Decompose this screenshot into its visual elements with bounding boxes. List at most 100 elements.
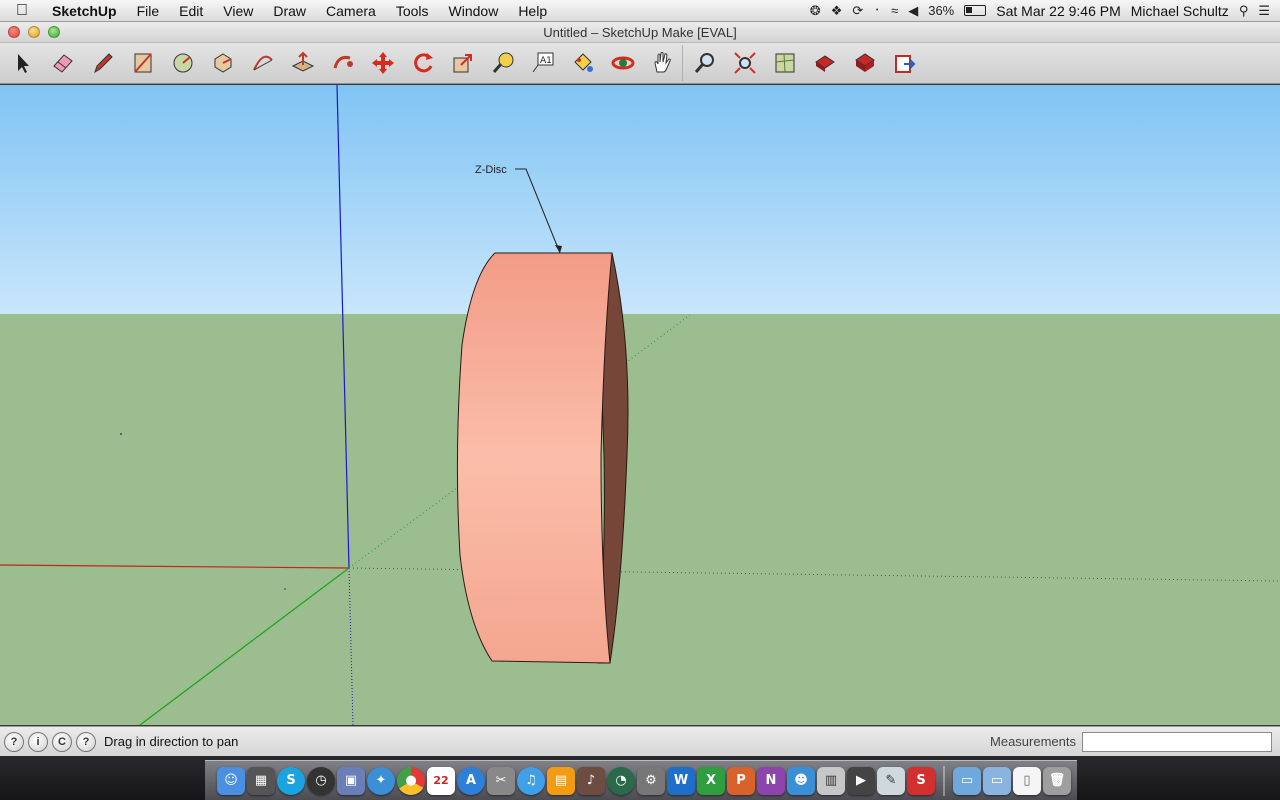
follow-me-tool-button[interactable] [323, 45, 363, 81]
battery-icon[interactable] [964, 5, 987, 16]
window-titlebar: Untitled – SketchUp Make [EVAL] [0, 22, 1280, 43]
share-model-icon [815, 55, 835, 72]
applications-folder-dock-icon[interactable]: ▭ [953, 766, 981, 795]
orbit-tool-button[interactable] [603, 45, 643, 81]
drawing-viewport[interactable]: Z-Disc [0, 85, 1280, 725]
apple-menu-icon[interactable]:  [0, 2, 44, 20]
scale-tool-button[interactable] [443, 45, 483, 81]
clock[interactable]: Sat Mar 22 9:46 PM [996, 3, 1121, 19]
text-label-icon: A1 [532, 52, 554, 73]
downloads-stack-dock-icon[interactable]: ▯ [1013, 766, 1041, 795]
share-component-icon [855, 53, 875, 72]
select-tool-button[interactable] [3, 45, 43, 81]
user-menu[interactable]: Michael Schultz [1131, 3, 1229, 19]
app-store-dock-icon[interactable]: A [457, 766, 485, 795]
calendar-dock-icon[interactable]: 22 [427, 766, 455, 795]
wifi-icon[interactable]: ≈ [891, 3, 898, 18]
arc-tool-button[interactable] [243, 45, 283, 81]
pan-hand-icon [653, 52, 671, 73]
rectangle-tool-button[interactable] [123, 45, 163, 81]
bluetooth-icon[interactable]: ᛫ [873, 3, 881, 18]
arc-icon [253, 55, 273, 71]
numbers-dock-icon[interactable]: ▥ [817, 766, 845, 795]
polygon-tool-button[interactable] [203, 45, 243, 81]
spotlight-icon[interactable]: ⚲ [1239, 3, 1249, 19]
measurements-input[interactable] [1082, 731, 1272, 752]
volume-icon[interactable]: ◀ [908, 3, 918, 19]
preview-dock-icon[interactable]: ▣ [337, 766, 365, 795]
menu-view[interactable]: View [213, 0, 263, 22]
z-disc-label[interactable]: Z-Disc [475, 164, 507, 176]
eraser-tool-button[interactable] [43, 45, 83, 81]
menu-edit[interactable]: Edit [169, 0, 213, 22]
pencil-tool-button[interactable] [83, 45, 123, 81]
time-machine-dock-icon[interactable]: ◔ [607, 766, 635, 795]
battery-percent[interactable]: 36% [928, 3, 954, 18]
instructor-help-icon[interactable]: ? [76, 731, 96, 752]
menu-window[interactable]: Window [439, 0, 509, 22]
finder-dock-icon[interactable]: ☺ [217, 766, 245, 795]
trash-dock-icon[interactable]: 🗑 [1043, 766, 1071, 795]
zoom-magnifier-icon [694, 53, 714, 73]
menu-tools[interactable]: Tools [386, 0, 439, 22]
ibooks-dock-icon[interactable]: ▤ [547, 766, 575, 795]
get-models-button[interactable] [765, 45, 805, 81]
dashboard-dock-icon[interactable]: ◷ [307, 766, 335, 795]
circle-tool-button[interactable] [163, 45, 203, 81]
skype-dock-icon[interactable]: S [277, 766, 305, 795]
notification-center-icon[interactable]: ☰ [1258, 3, 1270, 19]
tape-measure-tool-button[interactable] [483, 45, 523, 81]
menu-camera[interactable]: Camera [316, 0, 386, 22]
dropbox-icon[interactable]: ❖ [831, 3, 843, 19]
textedit-dock-icon[interactable]: ✎ [877, 766, 905, 795]
text-tool-button[interactable]: A1 [523, 45, 563, 81]
excel-dock-icon[interactable]: X [697, 766, 725, 795]
scene-canvas[interactable] [0, 85, 1280, 725]
dock-separator [943, 765, 945, 796]
facetime-dock-icon[interactable]: ▶ [847, 766, 875, 795]
menu-help[interactable]: Help [508, 0, 557, 22]
eraser-icon [53, 54, 73, 73]
circle-icon [173, 53, 193, 73]
safari-dock-icon[interactable]: ✦ [367, 766, 395, 795]
sketchup-dock-icon[interactable]: S [907, 766, 935, 795]
messenger-dock-icon[interactable]: ☻ [787, 766, 815, 795]
powerpoint-dock-icon[interactable]: P [727, 766, 755, 795]
extras-icon[interactable]: ❂ [810, 3, 821, 19]
menu-draw[interactable]: Draw [263, 0, 316, 22]
word-dock-icon[interactable]: W [667, 766, 695, 795]
geolocation-status-icon[interactable]: ? [4, 731, 24, 752]
send-to-layout-button[interactable] [885, 45, 925, 81]
onenote-dock-icon[interactable]: N [757, 766, 785, 795]
move-icon [372, 52, 394, 74]
rotate-tool-button[interactable] [403, 45, 443, 81]
account-status-icon[interactable]: C [52, 731, 72, 752]
menu-file[interactable]: File [127, 0, 170, 22]
send-to-layout-icon [895, 55, 916, 73]
follow-me-icon [333, 56, 353, 69]
time-machine-icon[interactable]: ⟳ [852, 3, 863, 19]
documents-folder-dock-icon[interactable]: ▭ [983, 766, 1011, 795]
paint-bucket-tool-button[interactable] [563, 45, 603, 81]
status-message: Drag in direction to pan [104, 734, 239, 749]
pan-tool-button[interactable] [643, 45, 683, 81]
mission-control-dock-icon[interactable]: ▦ [247, 766, 275, 795]
chrome-dock-icon[interactable]: ● [397, 766, 425, 795]
credits-status-icon[interactable]: i [28, 731, 48, 752]
scene-dot [120, 433, 122, 435]
system-preferences-dock-icon[interactable]: ⚙ [637, 766, 665, 795]
share-model-button[interactable] [805, 45, 845, 81]
zoom-tool-button[interactable] [685, 45, 725, 81]
pencil-icon [94, 53, 113, 74]
move-tool-button[interactable] [363, 45, 403, 81]
polygon-icon [214, 53, 232, 73]
push-pull-tool-button[interactable] [283, 45, 323, 81]
tape-measure-icon [492, 52, 514, 73]
app-menu[interactable]: SketchUp [44, 0, 127, 22]
xcode-tools-dock-icon[interactable]: ✂ [487, 766, 515, 795]
itunes-dock-icon[interactable]: ♫ [517, 766, 545, 795]
zoom-extents-tool-button[interactable] [725, 45, 765, 81]
svg-text:A1: A1 [540, 56, 552, 66]
share-component-button[interactable] [845, 45, 885, 81]
garageband-dock-icon[interactable]: ♪ [577, 766, 605, 795]
